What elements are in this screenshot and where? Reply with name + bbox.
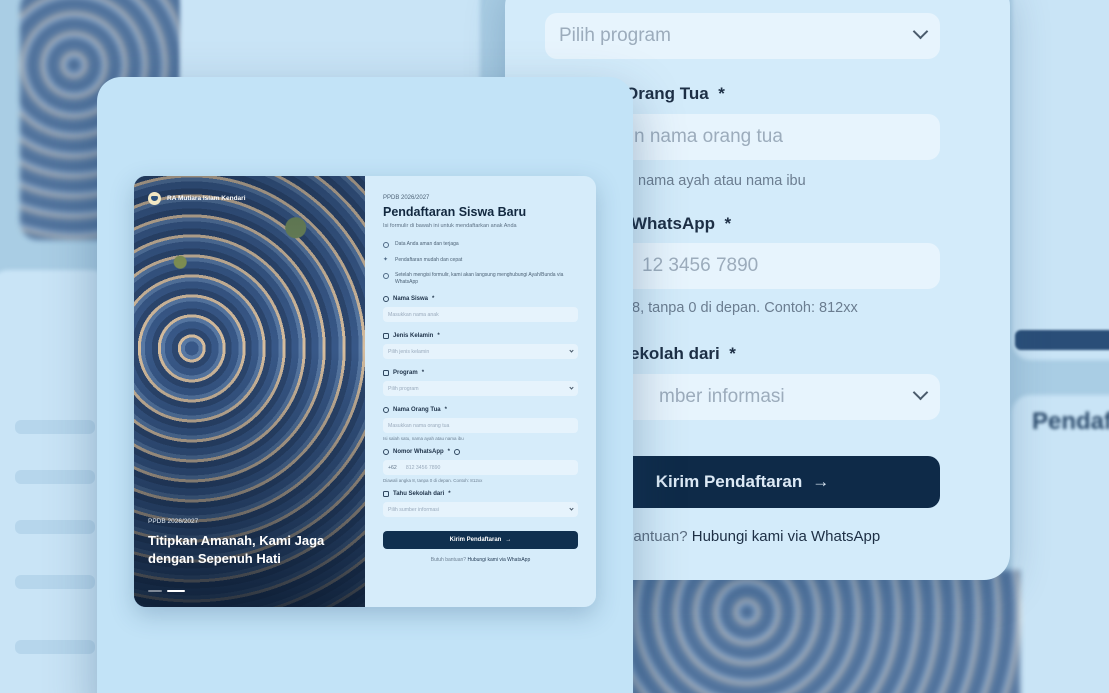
submit-label: Kirim Pendaftaran	[449, 537, 502, 543]
whatsapp-input[interactable]: +62 812 3456 7890	[383, 460, 578, 475]
zoom-whatsapp-label: WhatsApp *	[631, 214, 732, 233]
info-icon[interactable]	[454, 449, 461, 455]
school-logo-icon	[148, 192, 161, 205]
nama-siswa-input[interactable]: Masukkan nama anak	[383, 307, 578, 322]
field-label: Tahu Sekolah dari *	[383, 491, 578, 497]
form-title: Pendaftaran Siswa Baru	[383, 205, 527, 219]
shield-check-icon	[383, 241, 389, 248]
field-label: Program *	[383, 370, 578, 376]
zoom-program-placeholder: Pilih program	[559, 25, 671, 46]
id-card-icon	[383, 333, 389, 339]
field-program: Program * Pilih program	[383, 370, 578, 396]
field-label: Nama Siswa *	[383, 296, 578, 302]
carousel-dot[interactable]	[148, 590, 162, 592]
form-kicker: PPDB 2026/2027	[383, 195, 430, 201]
zoom-submit-label: Kirim Pendaftaran	[655, 472, 803, 491]
field-nama-orang-tua: Nama Orang Tua * Masukkan nama orang tua…	[383, 407, 578, 441]
field-nama-siswa: Nama Siswa * Masukkan nama anak	[383, 296, 578, 322]
form-subtitle: Isi formulir di bawah ini untuk mendafta…	[383, 223, 517, 229]
background-form-right	[1012, 0, 1109, 360]
nama-orang-tua-hint: Isi salah satu, nama ayah atau nama ibu	[383, 436, 464, 441]
field-jenis-kelamin: Jenis Kelamin * Pilih jenis kelamin	[383, 333, 578, 359]
background-button	[1015, 330, 1109, 350]
background-photo-bottom	[630, 570, 1020, 693]
field-whatsapp: Nomor WhatsApp * +62 812 3456 7890 Diawa…	[383, 449, 578, 483]
chat-icon	[383, 272, 389, 279]
hero-photo-panel: RA Mutiara Islam Kendari PPDB 2026/2027 …	[134, 176, 365, 607]
jenis-kelamin-select[interactable]: Pilih jenis kelamin	[383, 344, 578, 359]
background-field	[15, 640, 95, 654]
book-icon	[383, 370, 389, 376]
school-brand: RA Mutiara Islam Kendari	[148, 192, 246, 205]
carousel-indicators[interactable]	[148, 590, 185, 592]
background-blurred-title: Pendaf	[1032, 408, 1109, 435]
arrow-right-icon: →	[812, 472, 830, 491]
user-icon	[383, 296, 389, 302]
tahu-sekolah-select[interactable]: Pilih sumber informasi	[383, 502, 578, 517]
whatsapp-hint: Diawali angka 8, tanpa 0 di depan. Conto…	[383, 478, 483, 483]
help-text: Butuh bantuan? Hubungi kami via WhatsApp	[430, 557, 531, 563]
zoom-parent-hint: nama ayah atau nama ibu	[638, 173, 806, 189]
zoom-program-select: Pilih program	[545, 13, 940, 59]
whatsapp-help-link[interactable]: Hubungi kami via WhatsApp	[467, 557, 530, 563]
background-field	[15, 470, 95, 484]
hero-kicker: PPDB 2026/2027	[148, 518, 199, 525]
feature-item: Data Anda aman dan terjaga	[383, 241, 578, 248]
chevron-down-icon	[569, 506, 574, 511]
field-label: Jenis Kelamin *	[383, 333, 578, 339]
school-name: RA Mutiara Islam Kendari	[167, 195, 246, 202]
field-tahu-sekolah: Tahu Sekolah dari * Pilih sumber informa…	[383, 491, 578, 517]
megaphone-icon	[383, 491, 389, 497]
nama-orang-tua-input[interactable]: Masukkan nama orang tua	[383, 418, 578, 433]
field-label: Nama Orang Tua *	[383, 407, 578, 413]
users-icon	[383, 407, 389, 413]
feature-item: ✦ Pendaftaran mudah dan cepat	[383, 256, 463, 263]
chevron-down-icon	[569, 385, 574, 390]
hero-headline: Titipkan Amanah, Kami Jaga dengan Sepenu…	[148, 533, 325, 566]
registration-form: PPDB 2026/2027 Pendaftaran Siswa Baru Is…	[365, 176, 596, 607]
jenis-kelamin-placeholder: Pilih jenis kelamin	[388, 348, 430, 355]
whatsapp-icon	[383, 449, 389, 455]
submit-button[interactable]: Kirim Pendaftaran →	[383, 531, 578, 549]
program-placeholder: Pilih program	[388, 385, 419, 392]
feature-list: Data Anda aman dan terjaga ✦ Pendaftaran…	[383, 241, 578, 285]
tahu-sekolah-placeholder: Pilih sumber informasi	[388, 506, 440, 513]
sparkle-icon: ✦	[383, 256, 389, 263]
zoom-help-link: Hubungi kami via WhatsApp	[691, 528, 881, 545]
registration-app: RA Mutiara Islam Kendari PPDB 2026/2027 …	[134, 176, 596, 607]
feature-item: Setelah mengisi formulir, kami akan lang…	[383, 272, 578, 285]
background-field	[15, 575, 95, 589]
field-label: Nomor WhatsApp *	[383, 449, 578, 455]
program-select[interactable]: Pilih program	[383, 381, 578, 396]
nama-siswa-placeholder: Masukkan nama anak	[388, 311, 439, 318]
device-frame: RA Mutiara Islam Kendari PPDB 2026/2027 …	[97, 77, 633, 693]
chevron-down-icon	[912, 23, 929, 40]
country-code-prefix: +62	[388, 464, 397, 471]
arrow-right-icon: →	[505, 537, 512, 543]
background-field	[15, 420, 95, 434]
whatsapp-placeholder: 812 3456 7890	[405, 464, 441, 471]
chevron-down-icon	[569, 348, 574, 353]
background-form-right-lower	[1012, 395, 1109, 693]
zoom-whatsapp-hint: 8, tanpa 0 di depan. Contoh: 812xx	[632, 300, 858, 316]
zoom-source-label: ekolah dari *	[630, 344, 736, 363]
zoom-parent-label: Orang Tua *	[625, 84, 725, 103]
chevron-down-icon	[912, 384, 929, 401]
nama-orang-tua-placeholder: Masukkan nama orang tua	[388, 422, 450, 429]
zoom-help-text: bantuan? Hubungi kami via WhatsApp	[625, 528, 881, 545]
background-field	[15, 520, 95, 534]
carousel-dot-active[interactable]	[167, 590, 185, 592]
